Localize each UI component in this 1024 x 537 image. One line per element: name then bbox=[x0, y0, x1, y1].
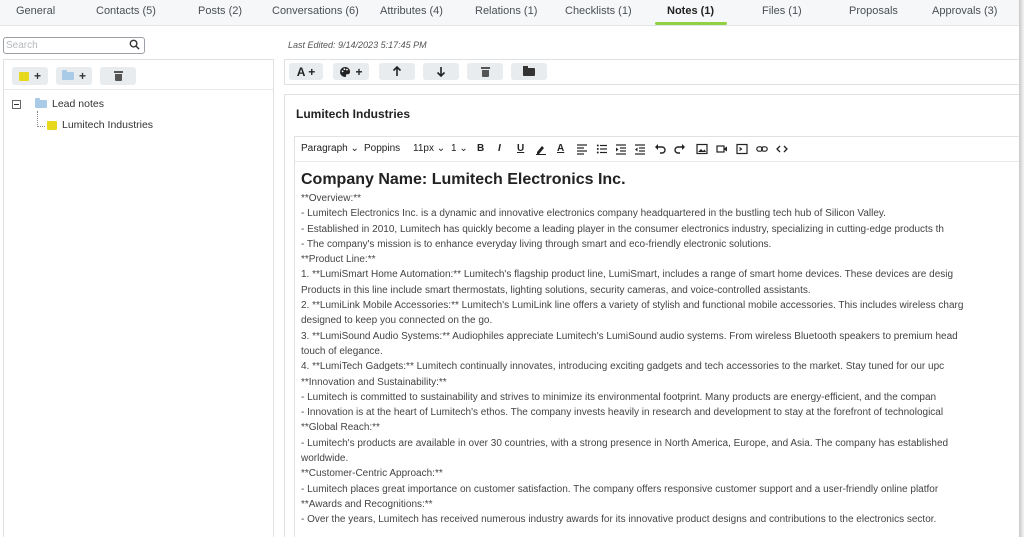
content-line: **Awards and Recognitions:** bbox=[301, 498, 433, 510]
paragraph-format-dropdown[interactable]: Paragraph ⌄ bbox=[301, 143, 359, 154]
content-line: - Lumitech's products are available in o… bbox=[301, 437, 949, 449]
content-heading: Company Name: Lumitech Electronics Inc. bbox=[301, 171, 626, 188]
delete-tree-item-button[interactable] bbox=[100, 67, 136, 85]
tree-note-label: Lumitech Industries bbox=[62, 119, 154, 131]
trash-icon bbox=[480, 66, 490, 77]
folder-open-icon bbox=[523, 65, 535, 76]
note-title: Lumitech Industries bbox=[296, 107, 411, 121]
outdent-icon[interactable] bbox=[634, 143, 646, 155]
tree-toolbar: + + bbox=[4, 60, 273, 90]
tab-attributes[interactable]: Attributes (4) bbox=[380, 5, 443, 17]
notes-tree-panel: + + Lead notes Lumitech Industries bbox=[3, 59, 274, 537]
tab-checklists[interactable]: Checklists (1) bbox=[565, 5, 632, 17]
tab-posts[interactable]: Posts (2) bbox=[198, 5, 242, 17]
italic-button[interactable]: I bbox=[498, 143, 501, 154]
last-edited-timestamp: Last Edited: 9/14/2023 5:17:45 PM bbox=[288, 40, 427, 50]
editor-content[interactable]: Company Name: Lumitech Electronics Inc. … bbox=[301, 170, 1020, 537]
content-line: - Lumitech places great importance on cu… bbox=[301, 483, 939, 495]
content-line: - Established in 2010, Lumitech has quic… bbox=[301, 223, 944, 235]
add-note-button[interactable]: + bbox=[12, 67, 48, 85]
tree-note-lumitech[interactable]: Lumitech Industries bbox=[47, 119, 153, 131]
font-family-dropdown[interactable]: Poppins bbox=[364, 143, 400, 154]
image-icon[interactable] bbox=[696, 143, 708, 155]
tab-contacts[interactable]: Contacts (5) bbox=[96, 5, 156, 17]
tab-proposals[interactable]: Proposals bbox=[849, 5, 898, 17]
arrow-up-icon bbox=[392, 66, 402, 76]
line-height-dropdown[interactable]: 1 ⌄ bbox=[451, 143, 468, 154]
indent-icon[interactable] bbox=[615, 143, 627, 155]
redo-icon[interactable] bbox=[674, 143, 686, 155]
content-line: 3. **LumiSound Audio Systems:** Audiophi… bbox=[301, 330, 958, 342]
active-tab-indicator bbox=[655, 22, 727, 25]
add-style-button[interactable]: + bbox=[333, 63, 369, 80]
align-icon[interactable] bbox=[576, 143, 588, 155]
note-toolbar: A + + bbox=[284, 59, 1020, 85]
collapse-icon[interactable] bbox=[12, 99, 21, 109]
tree-folder-label: Lead notes bbox=[52, 98, 104, 110]
open-folder-button[interactable] bbox=[511, 63, 547, 80]
add-folder-button[interactable]: + bbox=[56, 67, 92, 85]
content-line: - Lumitech Electronics Inc. is a dynamic… bbox=[301, 208, 886, 220]
content-line: **Customer-Centric Approach:** bbox=[301, 468, 443, 480]
tree-folder-lead-notes[interactable]: Lead notes bbox=[12, 98, 104, 110]
folder-icon bbox=[61, 70, 74, 80]
page-edge-shadow bbox=[1019, 0, 1024, 537]
tab-bar: General Contacts (5) Posts (2) Conversat… bbox=[0, 0, 1020, 26]
rich-text-editor: Paragraph ⌄ Poppins 11px ⌄ 1 ⌄ B I U A C… bbox=[294, 136, 1020, 537]
content-line: **Innovation and Sustainability:** bbox=[301, 376, 447, 388]
trash-icon bbox=[113, 71, 123, 81]
tab-conversations[interactable]: Conversations (6) bbox=[272, 5, 359, 17]
video-icon[interactable] bbox=[716, 143, 728, 155]
tab-approvals[interactable]: Approvals (3) bbox=[932, 5, 997, 17]
note-icon bbox=[47, 120, 57, 130]
content-line: - Over the years, Lumitech has received … bbox=[301, 514, 937, 526]
search-input[interactable] bbox=[6, 39, 124, 52]
content-line: - The company's mission is to enhance ev… bbox=[301, 238, 772, 250]
content-line: - Lumitech is committed to sustainabilit… bbox=[301, 391, 937, 403]
underline-button[interactable]: U bbox=[517, 143, 524, 154]
folder-icon bbox=[35, 98, 47, 108]
arrow-down-icon bbox=[436, 67, 446, 77]
tab-notes[interactable]: Notes (1) bbox=[667, 5, 714, 17]
highlight-icon[interactable] bbox=[535, 143, 547, 155]
content-line: touch of elegance. bbox=[301, 345, 383, 357]
tab-relations[interactable]: Relations (1) bbox=[475, 5, 537, 17]
undo-icon[interactable] bbox=[654, 143, 666, 155]
content-line: Products in this line include smart ther… bbox=[301, 284, 811, 296]
add-text-button[interactable]: A + bbox=[289, 63, 323, 80]
content-line: 1. **LumiSmart Home Automation:** Lumite… bbox=[301, 269, 954, 281]
code-view-icon[interactable] bbox=[776, 143, 788, 155]
search-icon[interactable] bbox=[129, 39, 140, 53]
font-size-dropdown[interactable]: 11px ⌄ bbox=[413, 143, 445, 154]
tree-connector bbox=[37, 111, 45, 127]
embed-icon[interactable] bbox=[736, 143, 748, 155]
content-line: designed to keep you connected on the go… bbox=[301, 315, 493, 327]
note-icon bbox=[18, 71, 29, 81]
content-line: worldwide. bbox=[301, 453, 349, 465]
tab-general[interactable]: General bbox=[16, 5, 55, 17]
notes-search-box bbox=[3, 37, 145, 54]
link-icon[interactable] bbox=[756, 143, 768, 155]
move-down-button[interactable] bbox=[423, 63, 459, 80]
bold-button[interactable]: B bbox=[477, 143, 484, 154]
content-line: **Global Reach:** bbox=[301, 422, 380, 434]
tab-files[interactable]: Files (1) bbox=[762, 5, 802, 17]
content-line: 4. **LumiTech Gadgets:** Lumitech contin… bbox=[301, 361, 945, 373]
editor-toolbar: Paragraph ⌄ Poppins 11px ⌄ 1 ⌄ B I U A bbox=[295, 137, 1020, 162]
palette-icon bbox=[340, 66, 351, 77]
bullet-list-icon[interactable] bbox=[596, 143, 608, 155]
content-line: 2. **LumiLink Mobile Accessories:** Lumi… bbox=[301, 300, 964, 312]
content-line: - Innovation is at the heart of Lumitech… bbox=[301, 407, 944, 419]
content-line: **Overview:** bbox=[301, 193, 362, 204]
delete-note-button[interactable] bbox=[467, 63, 503, 80]
move-up-button[interactable] bbox=[379, 63, 415, 80]
font-color-button[interactable]: A bbox=[557, 143, 564, 154]
content-line: **Product Line:** bbox=[301, 254, 376, 266]
